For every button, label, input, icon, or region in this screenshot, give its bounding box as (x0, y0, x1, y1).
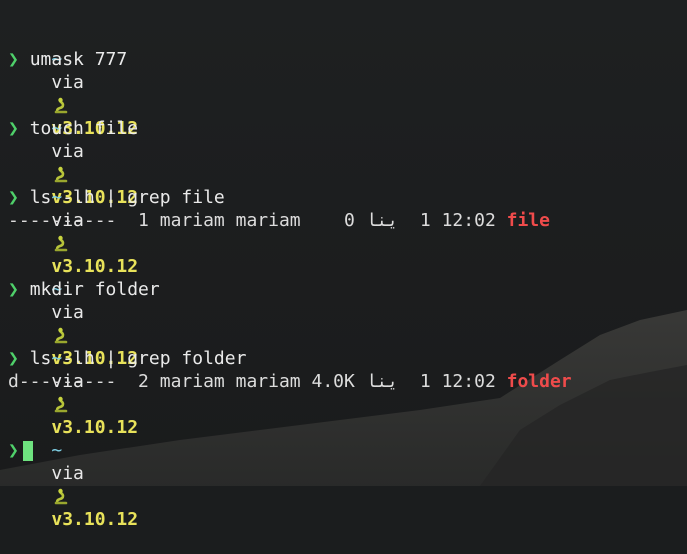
python-snake-icon (55, 488, 68, 505)
file-name: file (506, 210, 550, 231)
prompt-symbol: ❯ (8, 348, 19, 369)
file-owner: mariam (159, 210, 225, 231)
active-command-line[interactable]: ❯ (8, 439, 687, 462)
prompt-symbol: ❯ (8, 440, 19, 461)
command-line: ❯ mkdir folder (8, 278, 687, 301)
python-version: v3.10.12 (51, 417, 139, 438)
command-line: ❯ ls -lh | grep folder (8, 347, 687, 370)
python-version: v3.10.12 (51, 256, 139, 277)
ls-output-row: ---------- 1 mariam mariam 0 ينا 1 12:02… (8, 209, 687, 232)
file-size: 0 (311, 210, 355, 231)
command-line: ❯ touch file (8, 117, 687, 140)
command-text: umask 777 (29, 49, 128, 70)
via-text: via (51, 302, 84, 323)
file-permissions: ---------- (8, 210, 117, 231)
day-label: 1 (409, 210, 431, 231)
time-label: 12:02 (441, 371, 496, 392)
python-snake-icon (55, 396, 68, 413)
command-text: ls -lh | grep folder (29, 348, 247, 369)
time-label: 12:02 (441, 210, 496, 231)
prompt-symbol: ❯ (8, 279, 19, 300)
command-line: ❯ ls -lh | grep file (8, 186, 687, 209)
day-label: 1 (409, 371, 431, 392)
prompt-symbol: ❯ (8, 118, 19, 139)
folder-name: folder (506, 371, 572, 392)
prompt-header: ~ via v3.10.12 (8, 163, 687, 277)
prompt-header: ~ via v3.10.12 (8, 324, 687, 438)
command-text: mkdir folder (29, 279, 160, 300)
prompt-header: ~ via v3.10.12 (8, 94, 687, 208)
link-count: 2 (127, 371, 149, 392)
file-owner: mariam (159, 371, 225, 392)
file-group: mariam (235, 371, 301, 392)
python-snake-icon (55, 327, 68, 344)
file-group: mariam (235, 210, 301, 231)
prompt-symbol: ❯ (8, 49, 19, 70)
link-count: 1 (127, 210, 149, 231)
ls-output-row: d--------- 2 mariam mariam 4.0K ينا 1 12… (8, 370, 687, 393)
command-line: ❯ umask 777 (8, 48, 687, 71)
python-snake-icon (55, 97, 68, 114)
prompt-header: ~ via v3.10.12 (8, 25, 687, 139)
home-dir-indicator: ~ (51, 440, 63, 461)
file-permissions: d--------- (8, 371, 117, 392)
terminal-output[interactable]: ~ via v3.10.12 ❯ umask 777 ~ via v3.10.1… (8, 25, 687, 530)
via-text: via (51, 72, 84, 93)
via-text: via (51, 463, 84, 484)
command-text: ls -lh | grep file (29, 187, 225, 208)
file-size: 4.0K (311, 371, 355, 392)
python-snake-icon (55, 235, 68, 252)
python-snake-icon (55, 166, 68, 183)
month-label: ينا (365, 371, 399, 392)
text-cursor[interactable] (22, 441, 33, 461)
prompt-symbol: ❯ (8, 187, 19, 208)
month-label: ينا (365, 210, 399, 231)
command-text: touch file (29, 118, 139, 139)
via-text: via (51, 141, 84, 162)
python-version: v3.10.12 (51, 509, 139, 530)
